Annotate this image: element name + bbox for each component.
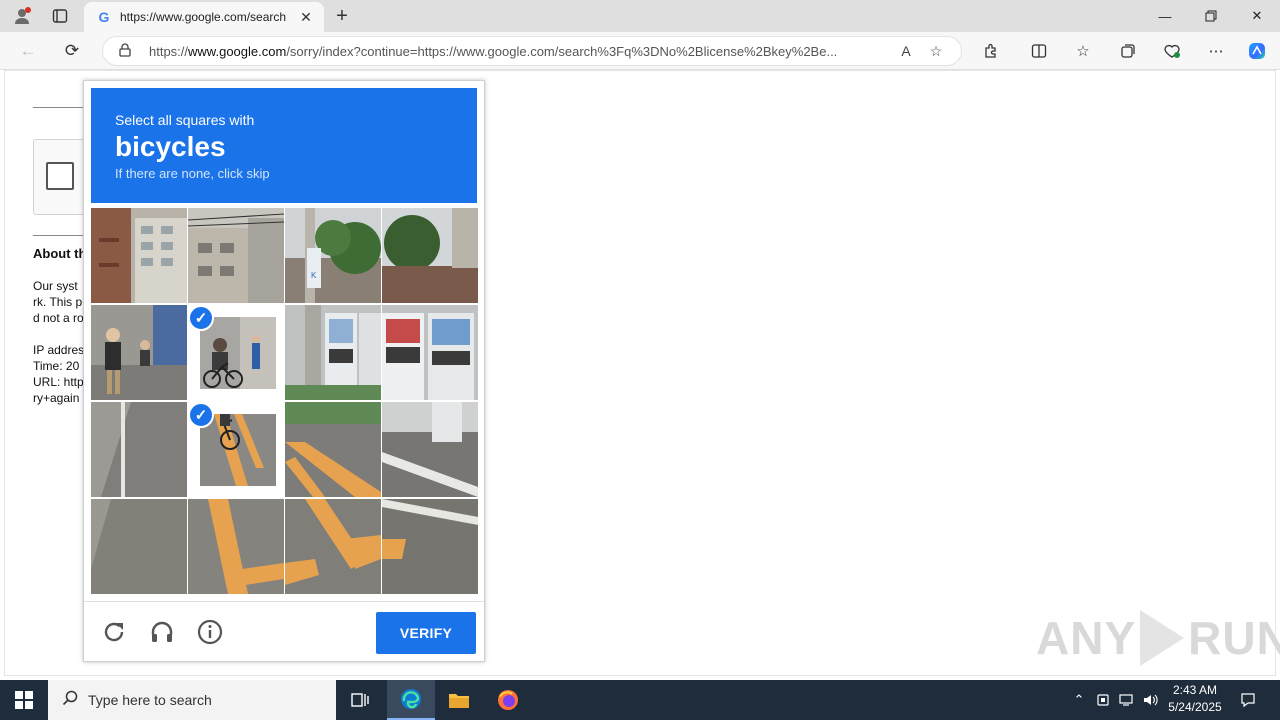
extensions-icon[interactable] (976, 37, 1006, 65)
image-tile-14[interactable] (188, 499, 284, 594)
help-info-icon[interactable] (194, 616, 226, 648)
challenge-object: bicycles (115, 131, 226, 162)
image-tile-9[interactable] (91, 402, 187, 497)
challenge-lead: Select all squares with (115, 112, 255, 128)
svg-text:K: K (311, 271, 317, 280)
edge-taskbar-icon[interactable] (387, 680, 435, 720)
split-screen-icon[interactable] (1024, 37, 1054, 65)
favorites-icon[interactable]: ☆ (1068, 37, 1098, 65)
image-tile-3[interactable]: K (285, 208, 381, 303)
taskbar-search-box[interactable]: Type here to search (48, 680, 336, 720)
image-tile-6[interactable]: ✓ (188, 305, 284, 400)
image-tile-7[interactable] (285, 305, 381, 400)
image-tile-11[interactable] (285, 402, 381, 497)
challenge-subtitle: If there are none, click skip (115, 166, 270, 181)
more-options-icon[interactable]: ⋯ (1201, 37, 1231, 65)
image-tile-10[interactable]: ✓ (188, 402, 284, 497)
firefox-icon[interactable] (484, 680, 532, 720)
lock-icon[interactable] (119, 42, 135, 60)
google-favicon-icon: G (98, 9, 110, 25)
challenge-header: Select all squares with bicycles If ther… (91, 88, 477, 203)
refresh-icon[interactable]: ⟳ (58, 37, 86, 65)
windows-logo-icon (15, 691, 33, 709)
browser-toolbar: ← ⟳ https://www.google.com/sorry/index?c… (0, 32, 1280, 70)
address-bar[interactable]: https://www.google.com/sorry/index?conti… (102, 36, 962, 66)
browser-tab-bar: G https://www.google.com/search ✕ + — ✕ (0, 0, 1280, 32)
recaptcha-challenge: Select all squares with bicycles If ther… (83, 80, 485, 662)
image-tile-1[interactable] (91, 208, 187, 303)
restore-button[interactable] (1188, 0, 1234, 32)
device-icon[interactable] (1092, 680, 1114, 720)
tile-selected-check-icon: ✓ (188, 305, 214, 331)
image-tile-16[interactable] (382, 499, 478, 594)
play-logo-icon (1140, 610, 1185, 666)
windows-taskbar: Type here to search ⌃ 2:43 AM 5/24/2025 (0, 680, 1280, 720)
image-tile-4[interactable] (382, 208, 478, 303)
tab-title: https://www.google.com/search (120, 10, 287, 24)
tile-selected-check-icon: ✓ (188, 402, 214, 428)
image-tile-13[interactable] (91, 499, 187, 594)
profile-icon[interactable] (8, 4, 36, 28)
image-tile-15[interactable] (285, 499, 381, 594)
tab-close-icon[interactable]: ✕ (298, 9, 314, 25)
anyrun-watermark: ANY RUN (1036, 610, 1280, 666)
search-placeholder: Type here to search (88, 692, 212, 708)
address-url[interactable]: https://www.google.com/sorry/index?conti… (149, 44, 891, 59)
image-tile-8[interactable] (382, 305, 478, 400)
back-icon[interactable]: ← (14, 37, 42, 65)
search-icon (62, 690, 78, 710)
volume-icon[interactable] (1140, 680, 1162, 720)
tab-actions-icon[interactable] (46, 4, 74, 28)
new-tab-button[interactable]: + (330, 4, 354, 28)
read-aloud-icon[interactable]: A (891, 43, 921, 59)
task-view-icon[interactable] (336, 680, 384, 720)
reload-challenge-icon[interactable] (98, 616, 130, 648)
close-window-button[interactable]: ✕ (1234, 0, 1280, 32)
image-tile-12[interactable] (382, 402, 478, 497)
image-grid: K ✓ ✓ (91, 208, 478, 594)
verify-button[interactable]: VERIFY (376, 612, 476, 654)
favorite-star-icon[interactable]: ☆ (921, 43, 951, 60)
file-explorer-icon[interactable] (435, 680, 483, 720)
copilot-icon[interactable] (1242, 37, 1272, 65)
image-tile-2[interactable] (188, 208, 284, 303)
minimize-button[interactable]: — (1142, 0, 1188, 32)
challenge-footer: VERIFY (84, 601, 484, 661)
system-clock[interactable]: 2:43 AM 5/24/2025 (1160, 682, 1230, 716)
tab-google-search[interactable]: G https://www.google.com/search ✕ (84, 2, 324, 32)
audio-challenge-icon[interactable] (146, 616, 178, 648)
notifications-icon[interactable] (1236, 680, 1260, 720)
browser-essentials-icon[interactable] (1157, 37, 1187, 65)
start-button[interactable] (0, 680, 48, 720)
show-hidden-icons-icon[interactable]: ⌃ (1068, 680, 1090, 720)
collections-icon[interactable] (1113, 37, 1143, 65)
image-tile-5[interactable] (91, 305, 187, 400)
network-icon[interactable] (1116, 680, 1138, 720)
im-not-a-robot-checkbox[interactable] (46, 162, 74, 190)
